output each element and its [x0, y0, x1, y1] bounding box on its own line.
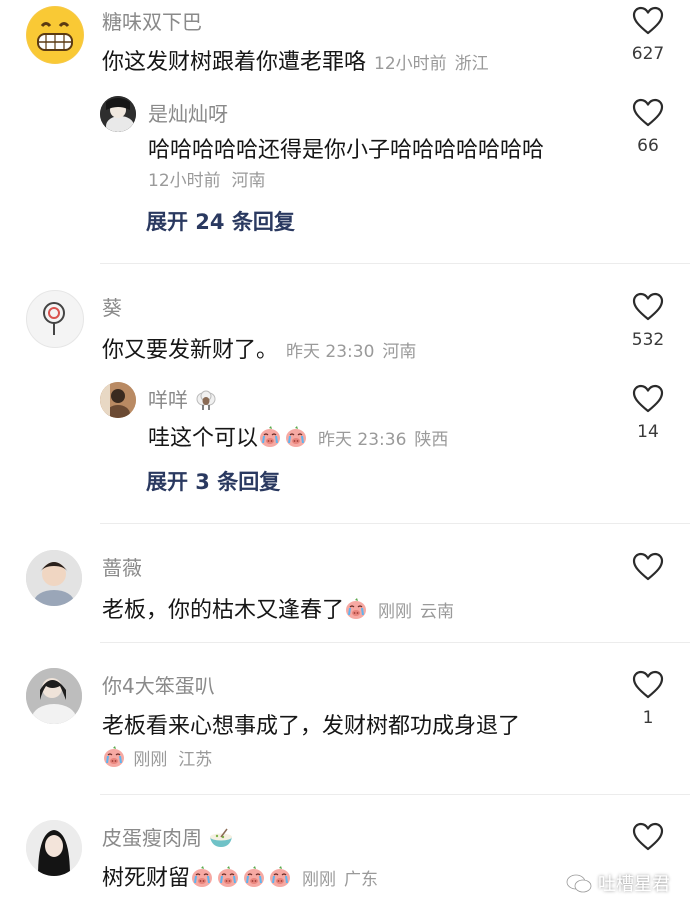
wechat-icon: [566, 874, 592, 893]
comment-body: 老板，你的枯木又逢春了: [102, 598, 345, 623]
crying-pig-emoji: [284, 425, 308, 449]
avatar[interactable]: [26, 6, 84, 64]
lollipop-icon: [43, 302, 65, 335]
reply-location: 河南: [231, 171, 266, 191]
reply-meta: 12小时前 河南: [148, 166, 265, 191]
expand-replies-button[interactable]: 展开 3 条回复: [146, 466, 280, 496]
avatar[interactable]: [26, 550, 82, 606]
comment-text: 你这发财树跟着你遭老罪咯 12小时前 浙江: [102, 44, 489, 76]
avatar[interactable]: [26, 290, 84, 348]
reply-username-text: 咩咩: [148, 388, 188, 412]
grin-face-icon: [27, 7, 83, 63]
avatar[interactable]: [100, 382, 136, 418]
comment-location: 广东: [344, 870, 379, 890]
like-button[interactable]: 627: [618, 6, 678, 64]
like-count: 14: [637, 422, 659, 442]
reply-time: 昨天 23:36: [318, 430, 407, 450]
like-button[interactable]: [618, 822, 678, 860]
divider: [100, 794, 690, 795]
crying-pig-emoji: [344, 597, 368, 621]
like-count: 1: [642, 708, 654, 728]
reply-location: 陕西: [414, 430, 449, 450]
heart-outline-icon: [632, 822, 664, 852]
crying-pig-emoji: [190, 865, 214, 889]
avatar[interactable]: [26, 820, 82, 876]
comment-meta: 刚刚 江苏: [102, 745, 212, 770]
heart-outline-icon: [632, 6, 664, 36]
profile-photo-icon: [26, 550, 82, 606]
comment-username[interactable]: 皮蛋瘦肉周: [102, 822, 234, 851]
comment-username-text: 皮蛋瘦肉周: [102, 826, 202, 850]
comment-body: 树死财留: [102, 866, 191, 891]
heart-outline-icon: [632, 292, 664, 322]
comment-time: 昨天 23:30: [286, 342, 375, 362]
profile-photo-icon: [26, 668, 82, 724]
like-button[interactable]: 1: [618, 670, 678, 728]
like-count: 66: [637, 136, 659, 156]
sheep-emoji-icon: [196, 390, 216, 410]
comment-text: 老板，你的枯木又逢春了 刚刚 云南: [102, 592, 454, 624]
reply-text: 哈哈哈哈哈还得是你小子哈哈哈哈哈哈哈: [148, 138, 545, 163]
avatar[interactable]: [26, 668, 82, 724]
comment-body: 你又要发新财了。: [102, 338, 279, 363]
congee-bowl-emoji-icon: [210, 828, 233, 847]
comment-username[interactable]: 你4大笨蛋叭: [102, 670, 215, 699]
watermark: 吐槽星君: [566, 870, 670, 896]
like-count: 627: [631, 44, 665, 64]
heart-outline-icon: [632, 384, 664, 414]
comment-time: 刚刚: [378, 602, 413, 622]
divider: [100, 642, 690, 643]
avatar[interactable]: [100, 96, 136, 132]
expand-replies-button[interactable]: 展开 24 条回复: [146, 206, 295, 236]
watermark-text: 吐槽星君: [598, 874, 670, 895]
crying-pig-emoji: [216, 865, 240, 889]
like-button[interactable]: 532: [618, 292, 678, 350]
comment-text: 树死财留 刚刚 广东: [102, 860, 378, 892]
comment-text: 老板看来心想事成了，发财树都功成身退了: [102, 714, 521, 739]
like-count: 532: [631, 330, 665, 350]
divider: [100, 523, 690, 524]
like-button[interactable]: 14: [618, 384, 678, 442]
crying-pig-emoji: [258, 425, 282, 449]
comment-location: 云南: [420, 602, 455, 622]
comment-text: 你又要发新财了。 昨天 23:30 河南: [102, 332, 416, 364]
heart-outline-icon: [632, 552, 664, 582]
crying-pig-emoji: [242, 865, 266, 889]
comment-location: 河南: [382, 342, 417, 362]
reply-username[interactable]: 咩咩: [148, 384, 218, 413]
reply-text: 哇这个可以 昨天 23:36 陕西: [148, 420, 448, 452]
reply-time: 12小时前: [148, 171, 221, 191]
comment-time: 刚刚: [133, 750, 168, 770]
comment-time: 12小时前: [374, 54, 447, 74]
comment-username[interactable]: 蔷薇: [102, 552, 142, 581]
divider: [100, 263, 690, 264]
heart-outline-icon: [632, 670, 664, 700]
reply-username[interactable]: 是灿灿呀: [148, 98, 228, 127]
heart-outline-icon: [632, 98, 664, 128]
crying-pig-emoji: [102, 745, 126, 769]
crying-pig-emoji: [268, 865, 292, 889]
comment-location: 江苏: [178, 750, 213, 770]
comment-username[interactable]: 葵: [102, 292, 122, 321]
comment-username[interactable]: 糖味双下巴: [102, 6, 202, 35]
comment-time: 刚刚: [302, 870, 337, 890]
like-button[interactable]: 66: [618, 98, 678, 156]
comment-body: 你这发财树跟着你遭老罪咯: [102, 50, 367, 75]
profile-photo-icon: [26, 820, 82, 876]
profile-photo-icon: [100, 382, 136, 418]
comment-location: 浙江: [454, 54, 489, 74]
like-button[interactable]: [618, 552, 678, 590]
reply-body: 哇这个可以: [148, 426, 259, 451]
profile-photo-icon: [100, 96, 136, 132]
